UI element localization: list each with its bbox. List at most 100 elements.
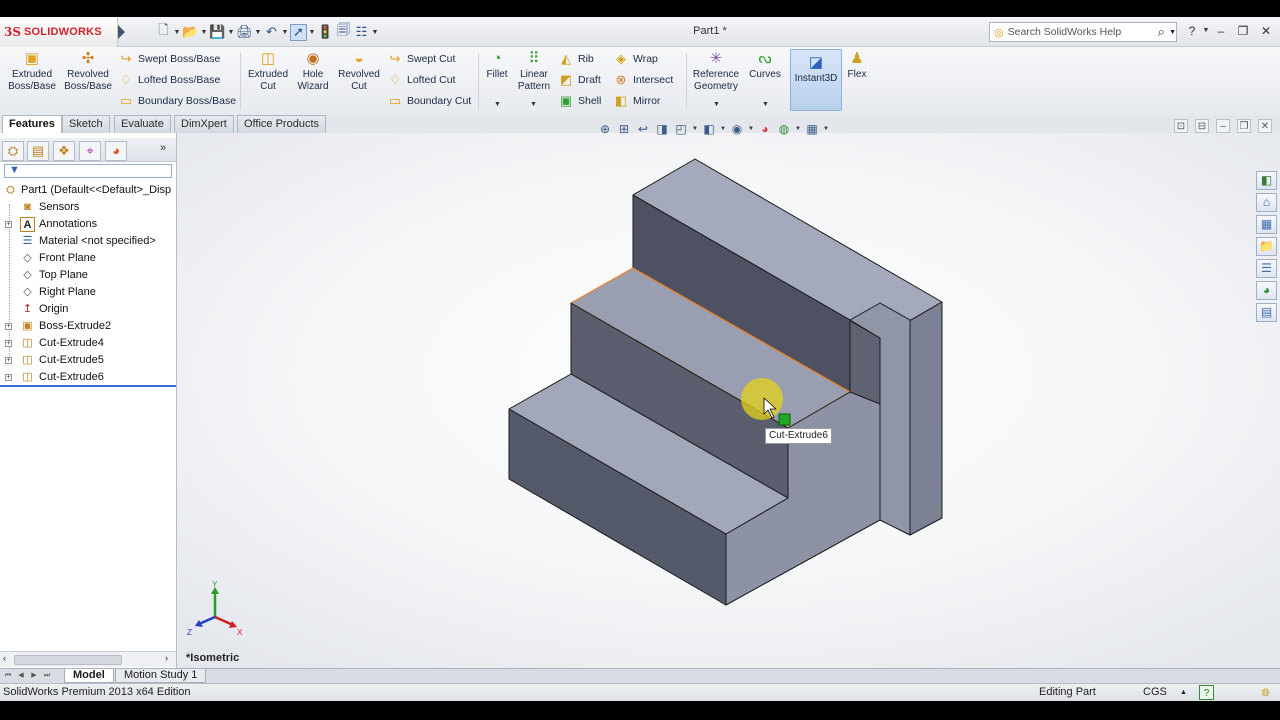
expand-icon[interactable]: + — [5, 340, 12, 347]
tab-sketch[interactable]: Sketch — [62, 115, 110, 133]
chevron-down-icon[interactable]: ▼ — [494, 101, 501, 108]
tree-root-part[interactable]: ⛭ Part1 (Default<<Default>_Disp — [0, 182, 176, 199]
rebuild-icon[interactable]: 🚦 — [317, 24, 334, 41]
hole-wizard-button[interactable]: ◉ Hole Wizard — [292, 51, 334, 93]
rib-button[interactable]: ◭ Rib — [558, 50, 594, 68]
chevron-down-icon[interactable]: ▼ — [530, 101, 537, 108]
chevron-down-icon[interactable]: ▼ — [762, 101, 769, 108]
file-properties-icon[interactable]: 🗐 — [335, 22, 352, 41]
expand-icon[interactable]: + — [5, 357, 12, 364]
zoom-to-fit-icon[interactable]: ⊕ — [597, 121, 613, 137]
undo-icon[interactable]: ↶ — [263, 24, 280, 41]
chevron-down-icon[interactable]: ▼ — [795, 126, 801, 132]
tree-item-origin[interactable]: ↥ Origin — [0, 301, 176, 318]
fillet-button[interactable]: ◔ Fillet — [482, 51, 512, 81]
scroll-right-icon[interactable]: › — [165, 653, 168, 663]
feature-tree-icon[interactable]: ⛭ — [2, 141, 24, 161]
intersect-button[interactable]: ⊗ Intersect — [613, 71, 674, 89]
viewport-restore-icon[interactable]: ❐ — [1237, 119, 1251, 133]
solidworks-logo[interactable]: 3S SOLIDWORKS — [0, 17, 118, 47]
tree-item-top-plane[interactable]: ◇ Top Plane — [0, 267, 176, 284]
apply-scene-icon[interactable]: ◍ — [776, 121, 792, 137]
view-orientation-icon[interactable]: ◰ — [673, 121, 689, 137]
tab-office-products[interactable]: Office Products — [237, 115, 326, 133]
chevron-down-icon[interactable]: ▼ — [254, 29, 262, 36]
file-explorer-icon[interactable]: ▦ — [1256, 215, 1277, 234]
shell-button[interactable]: ▣ Shell — [558, 92, 602, 110]
dimxpert-manager-icon[interactable]: ⌖ — [79, 141, 101, 161]
swept-boss-button[interactable]: ↪ Swept Boss/Base — [118, 50, 221, 68]
rollback-bar[interactable] — [0, 385, 176, 387]
viewport-split-icon[interactable]: ⊟ — [1195, 119, 1209, 133]
tree-item-cut-extrude5[interactable]: + ◫ Cut-Extrude5 — [0, 352, 176, 369]
chevron-down-icon[interactable]: ▼ — [748, 126, 754, 132]
menu-expand-arrow-icon[interactable] — [118, 25, 125, 39]
display-manager-icon[interactable]: ◕ — [105, 141, 127, 161]
restore-icon[interactable]: ❐ — [1234, 22, 1252, 40]
chevron-down-icon[interactable]: ▼ — [308, 29, 316, 36]
chevron-down-icon[interactable]: ▼ — [1169, 29, 1176, 36]
linear-pattern-button[interactable]: ⠿ Linear Pattern — [514, 51, 554, 93]
view-palette-icon[interactable]: 📁 — [1256, 237, 1277, 256]
new-document-icon[interactable]: 🗋 — [155, 22, 172, 41]
revolved-boss-button[interactable]: ✣ Revolved Boss/Base — [61, 51, 115, 93]
boundary-cut-button[interactable]: ▭ Boundary Cut — [387, 92, 471, 110]
draft-button[interactable]: ◩ Draft — [558, 71, 601, 89]
open-folder-icon[interactable]: 📂 — [182, 24, 199, 41]
property-manager-icon[interactable]: ▤ — [27, 141, 49, 161]
extruded-boss-button[interactable]: ▣ Extruded Boss/Base — [5, 51, 59, 93]
expand-icon[interactable]: + — [5, 323, 12, 330]
expand-icon[interactable]: + — [5, 221, 12, 228]
solidworks-resources-icon[interactable]: ◧ — [1256, 171, 1277, 190]
lofted-boss-button[interactable]: ♢ Lofted Boss/Base — [118, 71, 220, 89]
help-search-box[interactable]: ◎ Search SolidWorks Help ⌕ ▼ — [989, 22, 1177, 42]
viewport-layout-icon[interactable]: ⊡ — [1174, 119, 1188, 133]
tab-dimxpert[interactable]: DimXpert — [174, 115, 234, 133]
search-input[interactable]: Search SolidWorks Help — [1008, 26, 1154, 38]
first-tab-icon[interactable]: ⏮ — [3, 671, 13, 681]
chevron-down-icon[interactable]: ▼ — [371, 29, 379, 36]
custom-properties-icon[interactable]: ◕ — [1256, 281, 1277, 300]
reference-geometry-button[interactable]: ✳ Reference Geometry — [689, 51, 743, 93]
expand-icon[interactable]: + — [5, 374, 12, 381]
close-icon[interactable]: ✕ — [1257, 22, 1275, 40]
view-settings-icon[interactable]: ▦ — [804, 121, 820, 137]
chevron-down-icon[interactable]: ▼ — [720, 126, 726, 132]
previous-view-icon[interactable]: ↩ — [635, 121, 651, 137]
tree-item-right-plane[interactable]: ◇ Right Plane — [0, 284, 176, 301]
tab-motion-study-1[interactable]: Motion Study 1 — [115, 669, 207, 683]
hide-show-items-icon[interactable]: ◉ — [729, 121, 745, 137]
tab-model[interactable]: Model — [64, 669, 114, 683]
quick-tips-icon[interactable]: ? — [1199, 685, 1214, 700]
swept-cut-button[interactable]: ↪ Swept Cut — [387, 50, 456, 68]
wrap-button[interactable]: ◈ Wrap — [613, 50, 658, 68]
forum-icon[interactable]: ▤ — [1256, 303, 1277, 322]
curves-button[interactable]: ᔓ Curves — [746, 51, 784, 81]
tree-item-cut-extrude4[interactable]: + ◫ Cut-Extrude4 — [0, 335, 176, 352]
tree-item-annotations[interactable]: + A Annotations — [0, 216, 176, 233]
revolved-cut-button[interactable]: ◒ Revolved Cut — [335, 51, 383, 93]
chevron-down-icon[interactable]: ▼ — [692, 126, 698, 132]
viewport-close-icon[interactable]: ✕ — [1258, 119, 1272, 133]
unit-system-label[interactable]: CGS — [1143, 684, 1167, 701]
graphics-area[interactable]: Cut-Extrude6 ⊕ ⊞ ↩ ◨ ◰ ▼ ◧ ▼ ◉ ▼ ◕ ◍ ▼ ▦ ▼ ⊡ … — [177, 119, 1280, 668]
chevron-down-icon[interactable]: ▼ — [713, 101, 720, 108]
boundary-boss-button[interactable]: ▭ Boundary Boss/Base — [118, 92, 236, 110]
horizontal-scrollbar[interactable]: ‹ › — [0, 651, 176, 667]
section-view-icon[interactable]: ◨ — [654, 121, 670, 137]
chevron-down-icon[interactable]: ▼ — [227, 29, 235, 36]
appearances-icon[interactable]: ☰ — [1256, 259, 1277, 278]
chevron-down-icon[interactable]: ▼ — [281, 29, 289, 36]
options-icon[interactable]: ☷ — [353, 24, 370, 41]
chevron-up-icon[interactable]: ▲ — [1176, 685, 1191, 700]
print-icon[interactable]: 🖨 — [236, 24, 253, 41]
chevron-down-icon[interactable]: ▼ — [200, 29, 208, 36]
edit-appearance-icon[interactable]: ◕ — [757, 121, 773, 137]
chevron-down-icon[interactable]: ▼ — [823, 126, 829, 132]
rebuild-status-icon[interactable]: ◍ — [1258, 685, 1273, 700]
tree-filter-input[interactable]: ▼ — [4, 164, 172, 178]
isometric-part-model[interactable] — [177, 133, 1280, 668]
tree-item-material[interactable]: ☰ Material <not specified> — [0, 233, 176, 250]
tree-item-boss-extrude2[interactable]: + ▣ Boss-Extrude2 — [0, 318, 176, 335]
search-icon[interactable]: ⌕ — [1158, 24, 1165, 40]
